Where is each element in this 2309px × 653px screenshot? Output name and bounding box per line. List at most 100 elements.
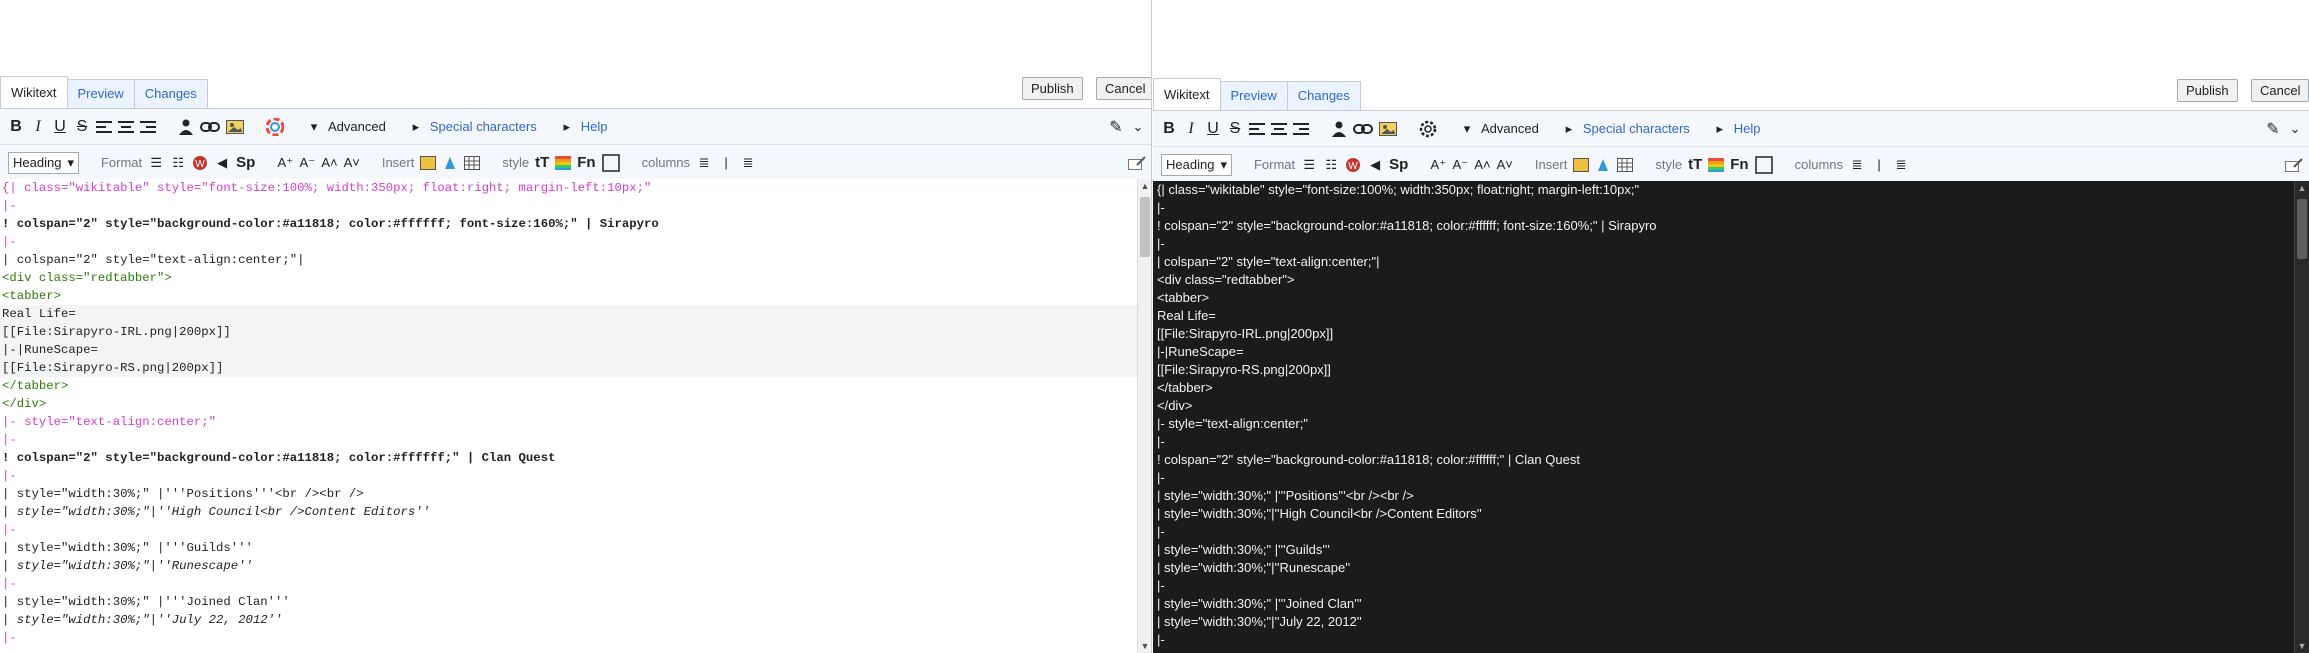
align-right-icon[interactable]: [1293, 119, 1309, 139]
gallery-icon[interactable]: [1573, 155, 1590, 175]
column-break-icon[interactable]: ≣: [1849, 155, 1865, 175]
scroll-up-icon[interactable]: ▲: [2295, 181, 2309, 195]
scroll-down-icon[interactable]: ▼: [1138, 639, 1152, 653]
heading-select[interactable]: Heading ▾: [8, 151, 79, 174]
user-icon[interactable]: [178, 117, 194, 137]
rainbow-icon[interactable]: [555, 153, 572, 173]
align-right-icon[interactable]: [140, 117, 156, 137]
help-toggle[interactable]: Help: [1734, 121, 1761, 136]
strike-button[interactable]: S: [1227, 119, 1243, 139]
reference-icon[interactable]: [442, 153, 458, 173]
tab-changes[interactable]: Changes: [1286, 81, 1361, 110]
italic-button[interactable]: I: [30, 117, 46, 137]
wikitext-editor[interactable]: {| class="wikitable" style="font-size:10…: [1153, 181, 2295, 653]
reference-icon[interactable]: [1595, 155, 1611, 175]
column-divider-icon[interactable]: |: [718, 153, 734, 173]
format-label: Format: [1253, 157, 1296, 172]
bullet-list-icon[interactable]: ☰: [1301, 155, 1317, 175]
tab-preview[interactable]: Preview: [66, 79, 135, 108]
font-smaller-icon[interactable]: A⁻: [299, 153, 316, 173]
align-center-icon[interactable]: [1271, 119, 1287, 139]
numbered-list-icon[interactable]: ☷: [1323, 155, 1339, 175]
column-end-icon[interactable]: ≣: [1893, 155, 1909, 175]
box-icon[interactable]: [601, 153, 620, 173]
tT-button[interactable]: tT: [1688, 156, 1702, 173]
superscript-icon[interactable]: A˄: [321, 153, 337, 173]
redirect-icon[interactable]: ◀: [1367, 155, 1383, 175]
superscript-icon[interactable]: A˄: [1474, 155, 1490, 175]
scroll-down-icon[interactable]: ▼: [2295, 639, 2309, 653]
bold-button[interactable]: B: [8, 117, 24, 137]
fn-button[interactable]: Fn: [577, 154, 595, 171]
tT-button[interactable]: tT: [535, 154, 549, 171]
gear-icon[interactable]: [1419, 119, 1437, 139]
scrollbar-thumb[interactable]: [2297, 199, 2307, 259]
box-icon[interactable]: [1754, 155, 1773, 175]
signature-pen-icon[interactable]: [2285, 155, 2303, 175]
table-icon[interactable]: [464, 153, 481, 173]
advanced-toggle[interactable]: Advanced: [328, 119, 386, 134]
column-end-icon[interactable]: ≣: [740, 153, 756, 173]
pane-divider: [1151, 0, 1152, 653]
image-icon[interactable]: [1379, 119, 1397, 139]
bullet-list-icon[interactable]: ☰: [148, 153, 164, 173]
insert-label: Insert: [1534, 157, 1568, 172]
subscript-icon[interactable]: A˅: [344, 153, 360, 173]
wikitext-editor[interactable]: {| class="wikitable" style="font-size:10…: [0, 179, 1138, 653]
chevron-down-icon[interactable]: ⌄: [1130, 117, 1146, 137]
tab-wikitext[interactable]: Wikitext: [1153, 78, 1221, 110]
numbered-list-icon[interactable]: ☷: [170, 153, 186, 173]
signature-pen-icon[interactable]: [1128, 153, 1146, 173]
chevron-down-icon[interactable]: ⌄: [2287, 119, 2303, 139]
code-line-26: |-: [2, 631, 17, 645]
special-characters-toggle[interactable]: Special characters: [1583, 121, 1690, 136]
advanced-toggle[interactable]: Advanced: [1481, 121, 1539, 136]
color-wheel-icon[interactable]: [266, 117, 284, 137]
font-smaller-icon[interactable]: A⁻: [1452, 155, 1469, 175]
tab-changes[interactable]: Changes: [133, 79, 208, 108]
publish-button[interactable]: Publish: [2177, 79, 2238, 102]
underline-button[interactable]: U: [1205, 119, 1221, 139]
align-left-icon[interactable]: [96, 117, 112, 137]
wikipedia-icon[interactable]: W: [192, 153, 208, 173]
image-icon[interactable]: [226, 117, 244, 137]
wikipedia-icon[interactable]: W: [1345, 155, 1361, 175]
pencil-icon[interactable]: ✎: [1108, 117, 1124, 137]
align-left-icon[interactable]: [1249, 119, 1265, 139]
help-toggle[interactable]: Help: [581, 119, 608, 134]
scrollbar-thumb[interactable]: [1140, 197, 1150, 257]
italic-button[interactable]: I: [1183, 119, 1199, 139]
code-line-23: |-: [2, 577, 17, 591]
gallery-icon[interactable]: [420, 153, 437, 173]
font-bigger-icon[interactable]: A⁺: [277, 153, 294, 173]
user-icon[interactable]: [1331, 119, 1347, 139]
tab-preview[interactable]: Preview: [1219, 81, 1288, 110]
columns-label: columns: [641, 155, 691, 170]
strike-button[interactable]: S: [74, 117, 90, 137]
column-divider-icon[interactable]: |: [1871, 155, 1887, 175]
tab-wikitext[interactable]: Wikitext: [0, 76, 68, 108]
table-icon[interactable]: [1617, 155, 1634, 175]
editor-scrollbar[interactable]: ▲ ▼: [1137, 179, 1152, 653]
underline-button[interactable]: U: [52, 117, 68, 137]
sp-button[interactable]: Sp: [1389, 156, 1408, 173]
special-characters-toggle[interactable]: Special characters: [430, 119, 537, 134]
fn-button[interactable]: Fn: [1730, 156, 1748, 173]
cancel-button[interactable]: Cancel: [2251, 79, 2309, 102]
editor-scrollbar[interactable]: ▲ ▼: [2294, 181, 2309, 653]
bold-button[interactable]: B: [1161, 119, 1177, 139]
font-bigger-icon[interactable]: A⁺: [1430, 155, 1447, 175]
pencil-icon[interactable]: ✎: [2265, 119, 2281, 139]
redirect-icon[interactable]: ◀: [214, 153, 230, 173]
rainbow-icon[interactable]: [1708, 155, 1725, 175]
publish-button[interactable]: Publish: [1022, 77, 1083, 100]
scroll-up-icon[interactable]: ▲: [1138, 179, 1152, 193]
cancel-button[interactable]: Cancel: [1096, 77, 1152, 100]
link-icon[interactable]: [1353, 119, 1373, 139]
align-center-icon[interactable]: [118, 117, 134, 137]
sp-button[interactable]: Sp: [236, 154, 255, 171]
column-break-icon[interactable]: ≣: [696, 153, 712, 173]
subscript-icon[interactable]: A˅: [1497, 155, 1513, 175]
link-icon[interactable]: [200, 117, 220, 137]
heading-select[interactable]: Heading ▾: [1161, 153, 1232, 176]
